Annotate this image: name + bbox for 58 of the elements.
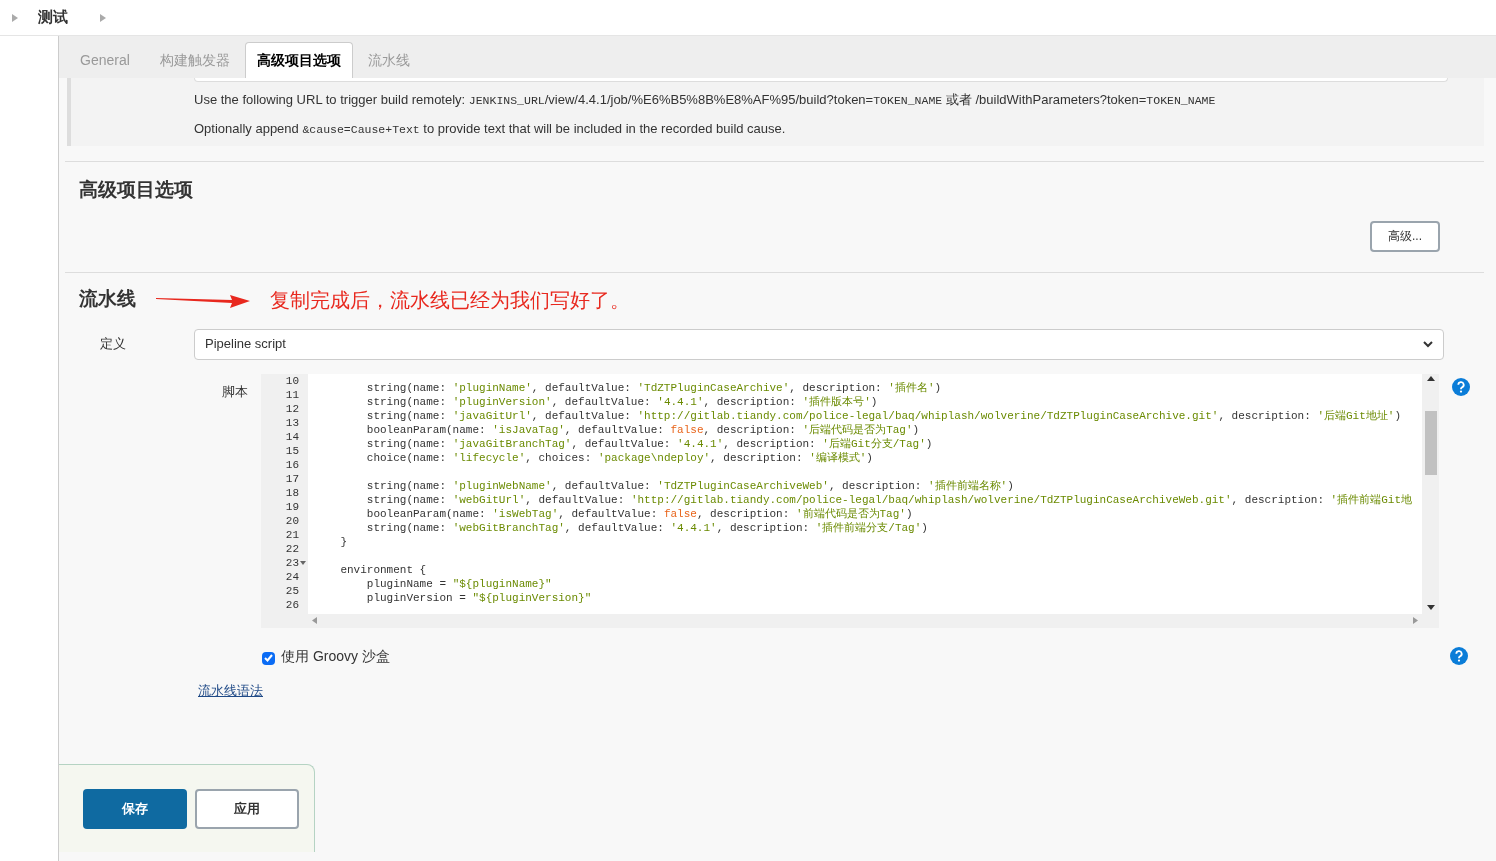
code-line: choice(name: 'lifecycle', choices: 'package\ndeploy', description: '编译模式'): [365, 450, 873, 465]
line-number: 19: [285, 499, 299, 514]
help-icon[interactable]: [1450, 647, 1468, 665]
line-number: 25: [285, 583, 299, 598]
line-number: 20: [285, 513, 299, 528]
chevron-down-icon: [1423, 340, 1433, 348]
code-line: string(name: 'pluginWebName', defaultValue: 'TdZTPluginCaseArchiveWeb', description: '插件前端名称'): [365, 478, 1014, 493]
line-number: 21: [285, 527, 299, 542]
definition-select[interactable]: Pipeline script: [194, 328, 1444, 360]
annotation-text: 复制完成后，流水线已经为我们写好了。: [270, 287, 630, 313]
line-number: 10: [285, 373, 299, 388]
help-text: Use the following URL to trigger build remotely: JENKINS_URL/view/4.4.1/job/%E6%B5%8B%E8%AF%95/build?token=TOKEN_NAME 或者 /buildWithParameters?token=TOKEN_NAME: [194, 91, 1217, 109]
line-number: 17: [285, 471, 299, 486]
breadcrumb-item[interactable]: 测试: [38, 6, 68, 29]
scroll-down-icon[interactable]: [1426, 604, 1435, 610]
code-line: string(name: 'javaGitBranchTag', defaultValue: '4.4.1', description: '后端Git分支/Tag'): [365, 436, 933, 451]
advanced-button[interactable]: 高级...: [1370, 220, 1440, 252]
line-number: 11: [285, 387, 299, 402]
code-line: string(name: 'pluginName', defaultValue: 'TdZTPluginCaseArchive', description: '插件名'): [365, 380, 942, 395]
caret-icon: [12, 13, 18, 22]
scroll-up-icon[interactable]: [1426, 375, 1435, 381]
line-number: 13: [285, 415, 299, 430]
code-line: }: [339, 534, 347, 549]
code-line: string(name: 'pluginVersion', defaultValue: '4.4.1', description: '插件版本号'): [365, 394, 878, 409]
line-number: 22: [285, 541, 299, 556]
code-line: string(name: 'webGitUrl', defaultValue: 'http://gitlab.tiandy.com/police-legal/baq/whiplash/wolverine/TdZTPluginCaseArchiveWeb.git', description: '插件前端Git地: [365, 492, 1412, 507]
code-line: pluginName = "${pluginName}": [365, 576, 552, 591]
line-number: 16: [285, 457, 299, 472]
help-text: Optionally append &cause=Cause+Text to provide text that will be included in the recorded build cause.: [194, 120, 787, 138]
caret-icon: [100, 13, 106, 22]
scroll-right-icon[interactable]: [1413, 617, 1418, 624]
line-number: 23: [285, 555, 299, 570]
field-label: 定义: [99, 335, 127, 354]
line-number: 15: [285, 443, 299, 458]
line-number: 12: [285, 401, 299, 416]
line-number: 14: [285, 429, 299, 444]
check-icon: [264, 654, 273, 662]
save-button[interactable]: 保存: [83, 788, 187, 829]
section-title: 高级项目选项: [79, 178, 193, 202]
code-line: booleanParam(name: 'isJavaTag', defaultValue: false, description: '后端代码是否为Tag'): [365, 422, 920, 437]
code-line: environment {: [339, 562, 427, 577]
field-label: 脚本: [221, 382, 249, 401]
help-icon[interactable]: [1452, 377, 1470, 396]
line-number: 18: [285, 485, 299, 500]
tab[interactable]: 高级项目选项: [244, 42, 353, 78]
code-line: booleanParam(name: 'isWebTag', defaultValue: false, description: '前端代码是否为Tag'): [365, 506, 913, 521]
syntax-link[interactable]: 流水线语法: [198, 680, 263, 700]
scroll-left-icon[interactable]: [312, 617, 317, 624]
line-number: 26: [285, 597, 299, 612]
code-line: string(name: 'webGitBranchTag', defaultValue: '4.4.1', description: '插件前端分支/Tag'): [365, 520, 928, 535]
section-title: 流水线: [79, 287, 136, 312]
apply-button[interactable]: 应用: [195, 788, 299, 829]
scrollbar-thumb[interactable]: [1424, 410, 1437, 475]
code-line: string(name: 'javaGitUrl', defaultValue: 'http://gitlab.tiandy.com/police-legal/baq/whiplash/wolverine/TdZTPluginCaseArchive.git', description: '后端Git地址'): [365, 408, 1402, 423]
sandbox-checkbox[interactable]: 使用 Groovy 沙盒: [262, 645, 390, 667]
code-line: pluginVersion = "${pluginVersion}": [365, 590, 592, 605]
line-number: 24: [285, 569, 299, 584]
fold-icon[interactable]: [300, 560, 306, 565]
